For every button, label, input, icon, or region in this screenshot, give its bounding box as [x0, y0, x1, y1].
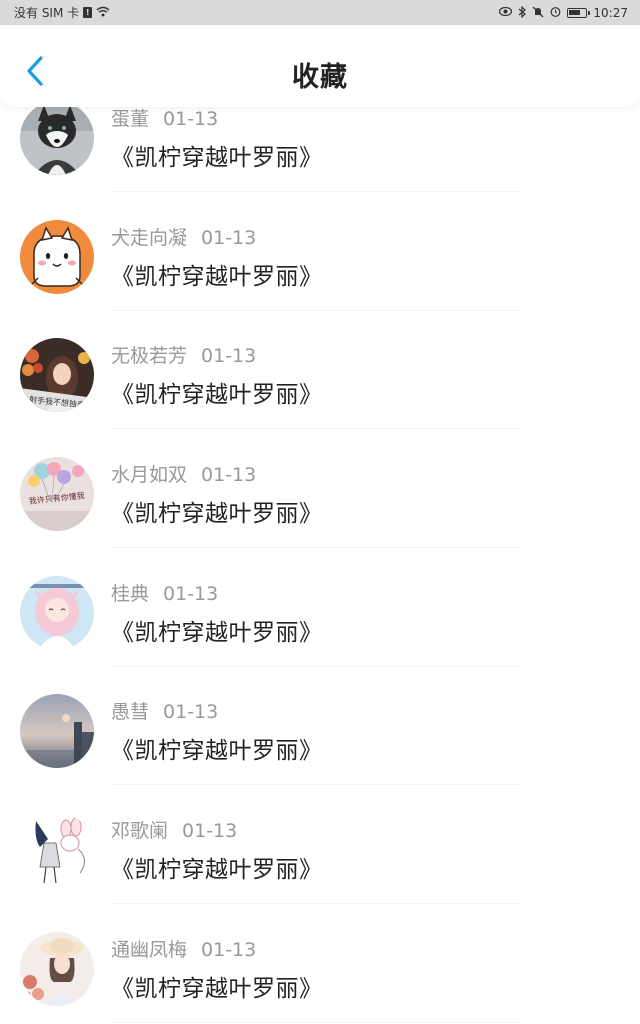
item-meta: 愚彗 01-13	[111, 697, 218, 724]
list-item[interactable]: 犬走向凝 01-13 《凯柠穿越叶罗丽》	[0, 215, 640, 334]
page-title: 收藏	[292, 62, 348, 93]
divider	[110, 784, 520, 786]
item-meta: 桂典 01-13	[111, 579, 218, 606]
avatar[interactable]: 我许只有你懂我	[20, 457, 94, 532]
bluetooth-icon	[518, 5, 527, 20]
item-meta: 水月如双 01-13	[111, 460, 256, 487]
item-meta: 无极若芳 01-13	[111, 341, 256, 368]
item-meta: 蛋董 01-13	[111, 104, 218, 131]
item-date: 01-13	[182, 820, 238, 843]
list-item[interactable]: 我许只有你懂我 水月如双 01-13 《凯柠穿越叶罗丽》	[0, 452, 640, 571]
item-meta: 邓歌阑 01-13	[111, 816, 237, 843]
user-name[interactable]: 水月如双	[111, 464, 187, 486]
book-title[interactable]: 《凯柠穿越叶罗丽》	[111, 138, 323, 172]
favorites-list: 蛋董 01-13 《凯柠穿越叶罗丽》 犬走向凝 01-13 《凯柠穿越叶罗丽》 …	[0, 96, 640, 1024]
avatar[interactable]	[20, 694, 94, 769]
carrier-text: 没有 SIM 卡	[14, 6, 80, 20]
item-date: 01-13	[163, 108, 219, 130]
item-date: 01-13	[163, 701, 219, 724]
status-right: 10:27	[499, 5, 628, 20]
item-meta: 通幽凤梅 01-13	[111, 935, 256, 962]
divider	[110, 903, 520, 905]
header: 收藏	[0, 25, 640, 107]
avatar[interactable]: 射手我不想独奏	[20, 338, 94, 413]
user-name[interactable]: 通幽凤梅	[111, 939, 187, 961]
item-date: 01-13	[201, 464, 257, 487]
avatar[interactable]	[20, 575, 94, 650]
item-date: 01-13	[201, 226, 257, 249]
book-title[interactable]: 《凯柠穿越叶罗丽》	[111, 850, 323, 884]
divider	[110, 428, 520, 430]
divider	[110, 1021, 520, 1023]
user-name[interactable]: 愚彗	[111, 701, 149, 723]
list-item[interactable]: 射手我不想独奏 无极若芳 01-13 《凯柠穿越叶罗丽》	[0, 333, 640, 452]
battery-icon	[567, 7, 591, 18]
avatar[interactable]	[20, 101, 94, 175]
divider	[110, 665, 520, 667]
user-name[interactable]: 蛋董	[111, 108, 149, 130]
divider	[110, 191, 520, 192]
list-item[interactable]: 愚彗 01-13 《凯柠穿越叶罗丽》	[0, 689, 640, 808]
divider	[110, 309, 520, 311]
list-item[interactable]: 桂典 01-13 《凯柠穿越叶罗丽》	[0, 571, 640, 690]
avatar[interactable]	[20, 931, 94, 1006]
eye-icon	[499, 6, 513, 18]
status-left: 没有 SIM 卡 !	[14, 4, 110, 21]
item-date: 01-13	[201, 345, 257, 368]
list-item[interactable]: 蛋董 01-13 《凯柠穿越叶罗丽》	[0, 96, 640, 215]
item-meta: 犬走向凝 01-13	[111, 223, 256, 250]
user-name[interactable]: 无极若芳	[111, 345, 187, 367]
battery-fill	[569, 9, 581, 15]
divider	[110, 547, 520, 549]
sim-card-icon: !	[83, 7, 93, 18]
book-title[interactable]: 《凯柠穿越叶罗丽》	[111, 969, 323, 1003]
clock-time: 10:27	[593, 5, 628, 20]
status-bar: 没有 SIM 卡 ! 10:27	[0, 0, 640, 25]
item-date: 01-13	[163, 582, 219, 605]
list-item[interactable]: 通幽凤梅 01-13 《凯柠穿越叶罗丽》	[0, 927, 640, 1024]
book-title[interactable]: 《凯柠穿越叶罗丽》	[111, 375, 323, 409]
item-date: 01-13	[201, 938, 257, 961]
book-title[interactable]: 《凯柠穿越叶罗丽》	[111, 731, 323, 765]
mute-icon	[532, 6, 544, 20]
wifi-icon	[96, 6, 110, 19]
user-name[interactable]: 桂典	[111, 583, 149, 605]
book-title[interactable]: 《凯柠穿越叶罗丽》	[111, 257, 323, 291]
alarm-icon	[550, 6, 561, 19]
favorites-page: 没有 SIM 卡 ! 10:27 收藏 蛋董 01-13 《凯柠穿越叶罗丽》 犬…	[0, 0, 640, 1024]
user-name[interactable]: 犬走向凝	[111, 227, 187, 249]
avatar[interactable]	[20, 219, 94, 294]
user-name[interactable]: 邓歌阑	[111, 820, 168, 842]
book-title[interactable]: 《凯柠穿越叶罗丽》	[111, 494, 323, 528]
book-title[interactable]: 《凯柠穿越叶罗丽》	[111, 613, 323, 647]
list-item[interactable]: 邓歌阑 01-13 《凯柠穿越叶罗丽》	[0, 808, 640, 927]
avatar[interactable]	[20, 813, 94, 888]
